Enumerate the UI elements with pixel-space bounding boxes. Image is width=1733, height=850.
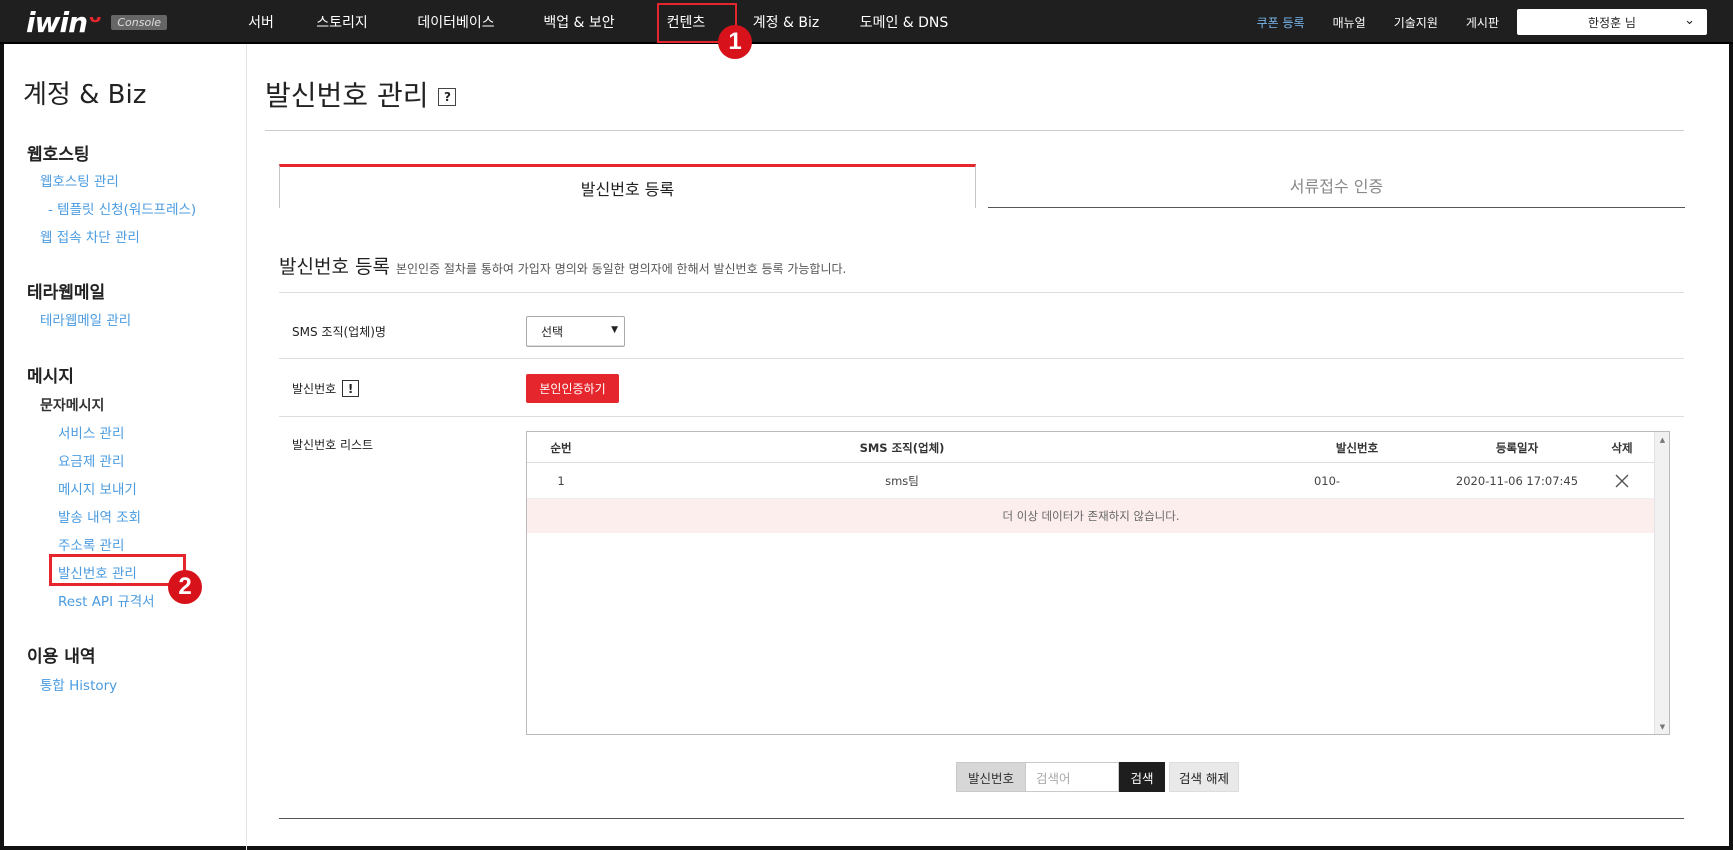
- bottom-divider: [279, 818, 1684, 819]
- chevron-down-icon: ⌄: [1684, 13, 1695, 28]
- sidebar-item-template-wordpress[interactable]: - 템플릿 신청(워드프레스): [48, 198, 196, 218]
- main-content: 발신번호 관리 ? 발신번호 등록 서류접수 인증 발신번호 등록 본인인증 절…: [248, 44, 1728, 850]
- sidebar-item-terramail-manage[interactable]: 테라웹메일 관리: [40, 309, 131, 329]
- user-menu-dropdown[interactable]: 한정훈 님 ⌄: [1517, 9, 1707, 35]
- cell-org: sms팀: [885, 474, 919, 488]
- col-number: 발신번호: [1335, 440, 1379, 455]
- sidebar-item-plan-manage[interactable]: 요금제 관리: [58, 450, 124, 470]
- section-title: 발신번호 등록: [279, 256, 390, 278]
- info-icon[interactable]: !: [342, 380, 360, 397]
- user-name: 한정훈 님: [1588, 15, 1636, 30]
- table-header: 순번 SMS 조직(업체) 발신번호 등록일자 삭제: [527, 432, 1655, 463]
- col-delete: 삭제: [1611, 440, 1633, 455]
- sidebar-section-message: 메시지: [27, 367, 74, 387]
- main-nav: 서버 스토리지 데이터베이스 백업 & 보안 컨텐츠 계정 & Biz 도메인 …: [230, 0, 970, 44]
- sidebar-section-history: 이용 내역: [27, 647, 96, 667]
- page-title-text: 발신번호 관리: [265, 79, 429, 112]
- search-reset-button[interactable]: 검색 해제: [1169, 762, 1239, 792]
- number-label: 발신번호: [292, 382, 337, 396]
- nav-storage[interactable]: 스토리지: [292, 0, 392, 44]
- nav-domain-dns[interactable]: 도메인 & DNS: [838, 0, 970, 44]
- nav-database[interactable]: 데이터베이스: [392, 0, 520, 44]
- cell-index: 1: [557, 474, 565, 488]
- list-scrollbar[interactable]: ▲ ▼: [1654, 432, 1669, 734]
- logo-smile-icon: ᴗ: [89, 5, 102, 27]
- nav-server[interactable]: 서버: [230, 0, 292, 44]
- org-select[interactable]: 선택 ▼: [526, 316, 625, 347]
- search-bar: 발신번호 검색어 검색 검색 해제: [956, 762, 1239, 792]
- cell-number: 010-: [1313, 474, 1341, 488]
- support-link[interactable]: 기술지원: [1380, 14, 1452, 31]
- sender-number-list: 순번 SMS 조직(업체) 발신번호 등록일자 삭제 1 sms팀 010- 2…: [526, 431, 1670, 735]
- sidebar-item-rest-api[interactable]: Rest API 규격서: [58, 590, 155, 610]
- board-link[interactable]: 게시판: [1452, 14, 1513, 31]
- callout-2: 2: [168, 570, 202, 604]
- manual-link[interactable]: 매뉴얼: [1319, 14, 1380, 31]
- delete-button[interactable]: [1597, 463, 1647, 499]
- close-icon: [1615, 474, 1629, 488]
- verify-identity-button[interactable]: 본인인증하기: [526, 374, 619, 403]
- table-row[interactable]: 1 sms팀 010- 2020-11-06 17:07:45: [527, 463, 1655, 499]
- logo[interactable]: iwin ᴗ Console: [26, 5, 168, 39]
- sidebar-item-service-manage[interactable]: 서비스 관리: [58, 422, 124, 442]
- col-index: 순번: [550, 440, 572, 455]
- logo-badge: Console: [111, 14, 168, 30]
- cell-date: 2020-11-06 17:07:45: [1455, 474, 1579, 488]
- search-button[interactable]: 검색: [1119, 762, 1165, 792]
- sidebar-item-total-history[interactable]: 통합 History: [40, 674, 117, 694]
- logo-text: iwin: [26, 5, 88, 39]
- sidebar-section-webhosting: 웹호스팅: [27, 145, 90, 165]
- page-title: 발신번호 관리 ?: [265, 74, 457, 114]
- header-right-links: 쿠폰 등록 매뉴얼 기술지원 게시판 한정훈 님 ⌄: [1243, 0, 1733, 44]
- row-divider: [279, 416, 1684, 417]
- org-label: SMS 조직(업체)명: [292, 325, 386, 339]
- number-label-wrap: 발신번호 !: [292, 380, 360, 397]
- sidebar-item-highlight: [49, 554, 186, 586]
- row-divider: [279, 358, 1684, 359]
- scroll-down-icon[interactable]: ▼: [1655, 719, 1669, 734]
- top-nav-bar: iwin ᴗ Console 서버 스토리지 데이터베이스 백업 & 보안 컨텐…: [0, 0, 1733, 44]
- tab-document-verify[interactable]: 서류접수 인증: [988, 162, 1685, 208]
- caret-down-icon: ▼: [611, 325, 618, 335]
- sidebar-title: 계정 & Biz: [23, 80, 147, 110]
- col-date: 등록일자: [1495, 440, 1539, 455]
- org-select-value: 선택: [541, 325, 564, 339]
- coupon-link[interactable]: 쿠폰 등록: [1243, 14, 1319, 31]
- nav-backup-security[interactable]: 백업 & 보안: [520, 0, 638, 44]
- list-label: 발신번호 리스트: [292, 438, 374, 452]
- sidebar-section-terramail: 테라웹메일: [27, 283, 106, 303]
- search-input[interactable]: 검색어: [1026, 762, 1119, 792]
- scroll-up-icon[interactable]: ▲: [1655, 432, 1669, 447]
- sidebar-item-webhosting-manage[interactable]: 웹호스팅 관리: [40, 170, 119, 190]
- sidebar-item-web-block[interactable]: 웹 접속 차단 관리: [40, 226, 140, 246]
- tab-register[interactable]: 발신번호 등록: [279, 164, 976, 208]
- col-org: SMS 조직(업체): [859, 440, 945, 455]
- help-icon[interactable]: ?: [438, 88, 457, 106]
- empty-notice: 더 이상 데이터가 존재하지 않습니다.: [527, 499, 1655, 533]
- sidebar-item-send-message[interactable]: 메시지 보내기: [58, 478, 137, 498]
- section-header: 발신번호 등록 본인인증 절차를 통하여 가입자 명의와 동일한 명의자에 한해…: [279, 252, 846, 279]
- sidebar-item-address-book[interactable]: 주소록 관리: [58, 534, 124, 554]
- section-description: 본인인증 절차를 통하여 가입자 명의와 동일한 명의자에 한해서 발신번호 등…: [395, 262, 847, 276]
- search-field-select[interactable]: 발신번호: [956, 762, 1026, 792]
- title-divider: [265, 130, 1684, 131]
- sidebar-subsection-sms: 문자메시지: [40, 398, 105, 414]
- row-divider: [279, 292, 1684, 293]
- sidebar: 계정 & Biz 웹호스팅 웹호스팅 관리 - 템플릿 신청(워드프레스) 웹 …: [4, 44, 247, 850]
- sidebar-item-send-history[interactable]: 발송 내역 조회: [58, 506, 141, 526]
